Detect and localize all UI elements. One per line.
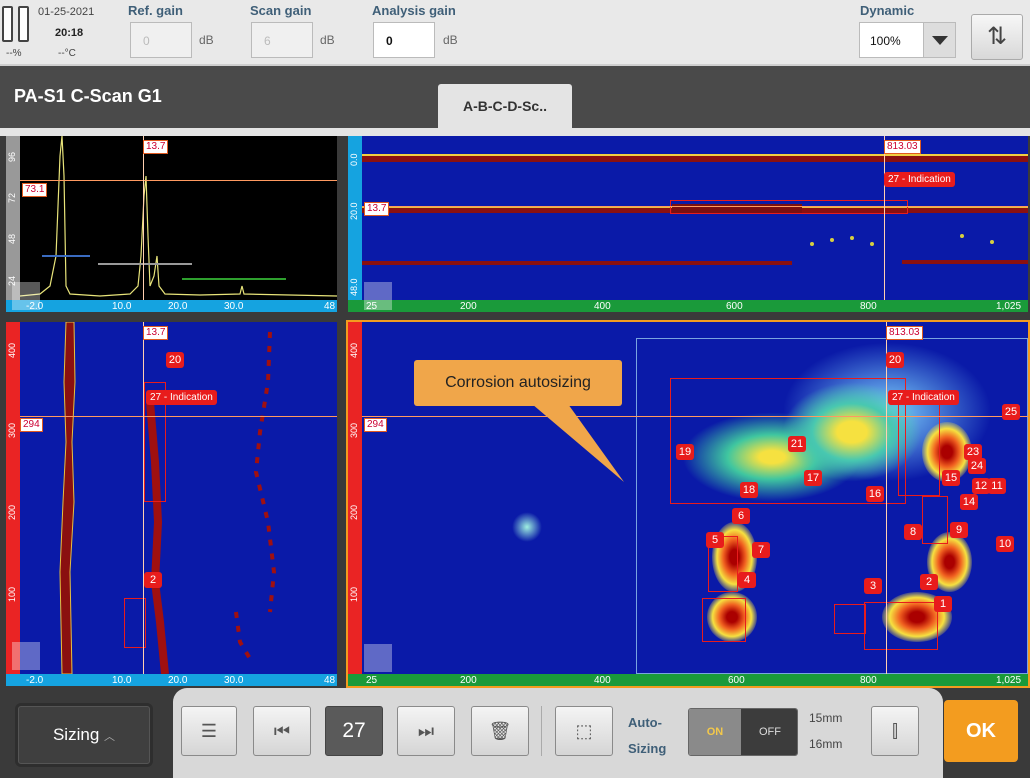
temperature-text: --°C [58, 48, 76, 59]
analysis-gain-field[interactable]: 0 [373, 22, 435, 58]
bottom-toolbar: Sizing ︿ ☰ ⏮ 27 ⏭ 🗑 ⬚ Auto- Sizing ON OF… [0, 688, 1030, 778]
c-scan-cursor-x: 813.03 [886, 326, 923, 340]
d-scan-image [59, 322, 277, 674]
previous-button[interactable]: ⏮ [253, 706, 311, 756]
time-text: 20:18 [55, 27, 84, 39]
d-scan-cursor-y: 294 [20, 418, 43, 432]
expand-icon[interactable] [12, 282, 40, 310]
skip-previous-icon: ⏮ [273, 721, 291, 741]
battery-1-icon [2, 6, 13, 42]
indication-number[interactable]: 6 [732, 508, 750, 524]
indication-number[interactable]: 2 [144, 572, 162, 588]
indication-number[interactable]: 20 [886, 352, 904, 368]
indication-number[interactable]: 10 [996, 536, 1014, 552]
analysis-gain-unit: dB [443, 33, 458, 47]
indication-number[interactable]: 17 [804, 470, 822, 486]
auto-sizing-label: Auto- Sizing [628, 715, 667, 756]
swap-arrows-icon: ⇅ [986, 23, 1008, 50]
indication-number[interactable]: 16 [866, 486, 884, 502]
sizing-label: Sizing [52, 725, 100, 744]
expand-icon[interactable] [364, 644, 392, 672]
indication-number[interactable]: 5 [706, 532, 724, 548]
swap-button[interactable]: ⇅ [971, 14, 1023, 60]
delete-button[interactable]: 🗑 [471, 706, 529, 756]
ok-button[interactable]: OK [944, 700, 1018, 762]
next-button[interactable]: ⏭ [397, 706, 455, 756]
indication-number[interactable]: 8 [904, 524, 922, 540]
d-scan-indication-label[interactable]: 27 - Indication [146, 390, 217, 405]
battery-percent: --% [6, 48, 22, 59]
indication-number[interactable]: 20 [166, 352, 184, 368]
dynamic-value: 100% [870, 34, 901, 48]
c-scan-indication-label[interactable]: 27 - Indication [888, 390, 959, 405]
indication-number[interactable]: 18 [740, 482, 758, 498]
list-icon: ☰ [200, 721, 218, 741]
size-value-1: 15mm [809, 711, 843, 725]
dynamic-label: Dynamic [860, 3, 915, 18]
page-title: PA-S1 C-Scan G1 [14, 86, 162, 106]
b-scan-cursor-x: 813.03 [884, 140, 921, 154]
auto-sizing-toggle[interactable]: ON OFF [688, 708, 798, 756]
ref-gain-label: Ref. gain [128, 3, 183, 18]
a-scan-cursor-y: 73.1 [22, 183, 48, 197]
b-scan-panel[interactable]: 0.0 20.0 48.0 813.03 13.7 27 - Indicatio… [348, 136, 1028, 312]
a-scan-panel[interactable]: 96 72 48 24 13.7 73.1 -2.0 10.0 20.0 30.… [6, 136, 337, 312]
a-scan-waveform [20, 136, 337, 297]
chevron-up-icon: ︿ [104, 731, 116, 743]
scan-gain-unit: dB [320, 33, 335, 47]
date-text: 01-25-2021 [38, 6, 95, 18]
indication-number[interactable]: 3 [864, 578, 882, 594]
c-scan-cursor-y: 294 [364, 418, 387, 432]
indication-number[interactable]: 25 [1002, 404, 1020, 420]
title-bar: PA-S1 C-Scan G1 A-B-C-D-Sc.. [0, 66, 1030, 136]
expand-icon[interactable] [364, 282, 392, 310]
tab-abcd-scan[interactable]: A-B-C-D-Sc.. [438, 84, 572, 128]
top-status-bar: 01-25-2021 20:18 --% --°C Ref. gain 0 dB… [0, 0, 1030, 66]
skip-next-icon: ⏭ [417, 721, 435, 741]
indication-number[interactable]: 1 [934, 596, 952, 612]
a-scan-cursor-x: 13.7 [143, 140, 169, 154]
ref-gain-field[interactable]: 0 [130, 22, 192, 58]
size-value-2: 16mm [809, 737, 843, 751]
indication-number[interactable]: 24 [968, 458, 986, 474]
trash-icon: 🗑 [488, 721, 512, 741]
indication-tools: ☰ ⏮ 27 ⏭ 🗑 ⬚ Auto- Sizing ON OFF 15mm 16… [173, 688, 943, 778]
indication-number[interactable]: 2 [920, 574, 938, 590]
indication-number[interactable]: 21 [788, 436, 806, 452]
b-scan-cursor-y: 13.7 [364, 202, 390, 216]
b-scan-indication-label[interactable]: 27 - Indication [884, 172, 955, 187]
add-selection-icon: ⬚ [575, 721, 593, 741]
battery-2-icon [18, 6, 29, 42]
indication-number[interactable]: 19 [676, 444, 694, 460]
indication-number-field[interactable]: 27 [325, 706, 383, 756]
list-button[interactable]: ☰ [181, 706, 237, 756]
on-option[interactable]: ON [689, 709, 741, 755]
corrosion-callout: Corrosion autosizing [414, 360, 622, 406]
scan-gain-field[interactable]: 6 [251, 22, 313, 58]
c-scan-panel[interactable]: 400 300 200 100 813.03 294 27 - Indicati… [346, 320, 1030, 688]
chevron-down-icon [923, 23, 955, 57]
sliders-icon: ⫿ [892, 721, 898, 741]
sizing-menu-button[interactable]: Sizing ︿ [18, 706, 150, 764]
settings-button[interactable]: ⫿ [871, 706, 919, 756]
d-scan-cursor-x: 13.7 [143, 326, 169, 340]
indication-number[interactable]: 7 [752, 542, 770, 558]
add-box-button[interactable]: ⬚ [555, 706, 613, 756]
dynamic-select[interactable]: 100% [859, 22, 956, 58]
analysis-gain-label: Analysis gain [372, 3, 456, 18]
scan-gain-label: Scan gain [250, 3, 312, 18]
indication-number[interactable]: 9 [950, 522, 968, 538]
indication-number[interactable]: 15 [942, 470, 960, 486]
indication-number[interactable]: 11 [988, 478, 1006, 494]
d-scan-panel[interactable]: 400 300 200 100 13.7 294 27 - Indication… [6, 322, 337, 686]
expand-icon[interactable] [12, 642, 40, 670]
ref-gain-unit: dB [199, 33, 214, 47]
indication-number[interactable]: 4 [738, 572, 756, 588]
b-scan-image [362, 154, 1028, 265]
indication-number[interactable]: 14 [960, 494, 978, 510]
off-option[interactable]: OFF [741, 709, 797, 755]
